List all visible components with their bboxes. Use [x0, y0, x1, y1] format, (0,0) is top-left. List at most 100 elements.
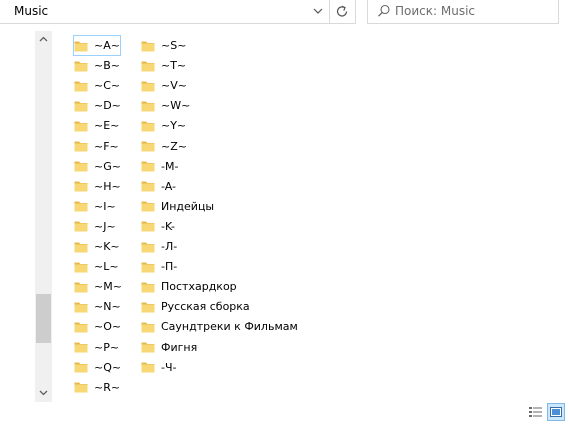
- folder-item-label: ~M~: [94, 280, 122, 294]
- folder-icon: [74, 121, 88, 132]
- folder-item-label: Фигня: [161, 340, 198, 354]
- folder-item-label: Саундтреки к Фильмам: [161, 320, 298, 334]
- folder-item-label: ~S~: [161, 39, 187, 52]
- folder-item[interactable]: ~W~: [141, 96, 190, 115]
- folder-icon: [74, 302, 88, 313]
- folder-icon: [141, 61, 155, 72]
- details-view-button[interactable]: [527, 403, 545, 421]
- folder-item[interactable]: -Л-: [141, 237, 177, 256]
- large-icons-view-icon: [550, 407, 562, 417]
- folder-item-label: -K-: [161, 219, 175, 233]
- folder-item-label: ~Y~: [161, 119, 187, 133]
- refresh-button[interactable]: [329, 0, 356, 24]
- folder-icon: [74, 81, 88, 92]
- scroll-up-button[interactable]: [35, 31, 52, 48]
- folder-icon: [74, 362, 88, 373]
- folder-item[interactable]: -A-: [141, 177, 176, 196]
- large-icons-view-button[interactable]: [547, 403, 565, 421]
- folder-item[interactable]: ~C~: [74, 76, 120, 95]
- chevron-down-icon: [39, 390, 48, 396]
- folder-item[interactable]: ~D~: [74, 96, 121, 115]
- scroll-down-button[interactable]: [35, 385, 52, 402]
- folder-item[interactable]: Индейцы: [141, 197, 214, 216]
- folder-icon: [141, 362, 155, 373]
- address-bar[interactable]: Music: [0, 0, 308, 24]
- folder-item[interactable]: ~I~: [74, 197, 116, 216]
- folder-icon: [74, 262, 88, 273]
- folder-icon: [141, 181, 155, 192]
- folder-icon: [74, 161, 88, 172]
- folder-icon: [74, 322, 88, 333]
- folder-item[interactable]: ~K~: [74, 237, 120, 256]
- folder-item[interactable]: Русская сборка: [141, 297, 250, 316]
- folder-icon: [141, 201, 155, 212]
- folder-item[interactable]: ~V~: [141, 76, 187, 95]
- folder-item[interactable]: ~T~: [141, 56, 186, 75]
- folder-item-label: ~F~: [94, 139, 119, 153]
- folder-icon: [74, 342, 88, 353]
- folder-item-label: ~N~: [94, 300, 121, 314]
- folder-item[interactable]: ~L~: [74, 257, 119, 276]
- folder-item-label: Русская сборка: [161, 300, 250, 314]
- folder-item[interactable]: ~B~: [74, 56, 120, 75]
- folder-icon: [141, 242, 155, 252]
- folder-item[interactable]: ~E~: [74, 116, 119, 135]
- folder-item-label: ~H~: [94, 179, 121, 193]
- folder-item[interactable]: ~O~: [74, 317, 121, 336]
- folder-item[interactable]: -Ч-: [141, 358, 176, 377]
- folder-item[interactable]: Фигня: [141, 338, 197, 357]
- folder-item[interactable]: ~M~: [74, 277, 122, 296]
- folder-item-label: ~Q~: [94, 360, 122, 374]
- folder-item[interactable]: -K-: [141, 217, 175, 236]
- folder-icon: [141, 81, 155, 92]
- folder-item-label: ~R~: [94, 380, 121, 394]
- refresh-icon: [336, 5, 348, 17]
- folder-icon: [141, 141, 155, 152]
- search-input[interactable]: Поиск: Music: [395, 4, 475, 18]
- folder-icon: [141, 322, 155, 333]
- folder-item[interactable]: ~G~: [74, 157, 121, 176]
- folder-item[interactable]: ~J~: [74, 217, 116, 236]
- folder-item[interactable]: ~N~: [74, 297, 121, 316]
- details-view-icon: [529, 407, 542, 417]
- folder-icon: [74, 221, 88, 232]
- folder-item-label: -M-: [161, 159, 179, 173]
- folder-item[interactable]: Постхардкор: [141, 277, 237, 296]
- folder-icon: [74, 242, 88, 252]
- folder-item-label: ~I~: [94, 199, 116, 213]
- folder-icon: [141, 161, 155, 172]
- folder-item[interactable]: -П-: [141, 257, 177, 276]
- folder-item-label: -Ч-: [161, 360, 177, 374]
- folder-icon: [74, 61, 88, 72]
- address-dropdown-button[interactable]: [307, 0, 330, 24]
- folder-item-label: ~L~: [94, 260, 119, 274]
- folder-icon: [74, 282, 88, 293]
- folder-item-label: ~B~: [94, 59, 120, 73]
- folder-item[interactable]: ~H~: [74, 177, 121, 196]
- folder-icon: [74, 141, 88, 152]
- nav-pane-scrollbar[interactable]: [35, 31, 52, 402]
- folder-item[interactable]: ~Y~: [141, 116, 186, 135]
- folder-item[interactable]: ~P~: [74, 338, 119, 357]
- folder-icon: [141, 282, 155, 293]
- folder-icon: [141, 101, 155, 112]
- folder-icon: [74, 41, 88, 51]
- scroll-thumb[interactable]: [36, 294, 51, 343]
- folder-icon: [141, 262, 155, 273]
- folder-item[interactable]: ~Q~: [74, 358, 121, 377]
- folder-icon: [74, 201, 88, 212]
- folder-item[interactable]: ~F~: [74, 137, 119, 156]
- folder-item[interactable]: ~Z~: [141, 137, 187, 156]
- folder-item[interactable]: Саундтреки к Фильмам: [141, 317, 298, 336]
- folder-item-label: ~C~: [94, 79, 121, 93]
- folder-item-label: ~G~: [94, 159, 121, 173]
- folder-item-label: -A-: [161, 179, 176, 193]
- folder-item[interactable]: ~S~: [141, 36, 186, 55]
- folder-item[interactable]: ~A~: [73, 35, 121, 56]
- search-box[interactable]: Поиск: Music: [367, 0, 559, 24]
- folder-item-label: ~W~: [161, 99, 191, 113]
- folder-item[interactable]: ~R~: [74, 378, 120, 397]
- search-icon: [377, 4, 391, 21]
- folder-item[interactable]: -M-: [141, 157, 178, 176]
- folder-icon: [141, 121, 155, 132]
